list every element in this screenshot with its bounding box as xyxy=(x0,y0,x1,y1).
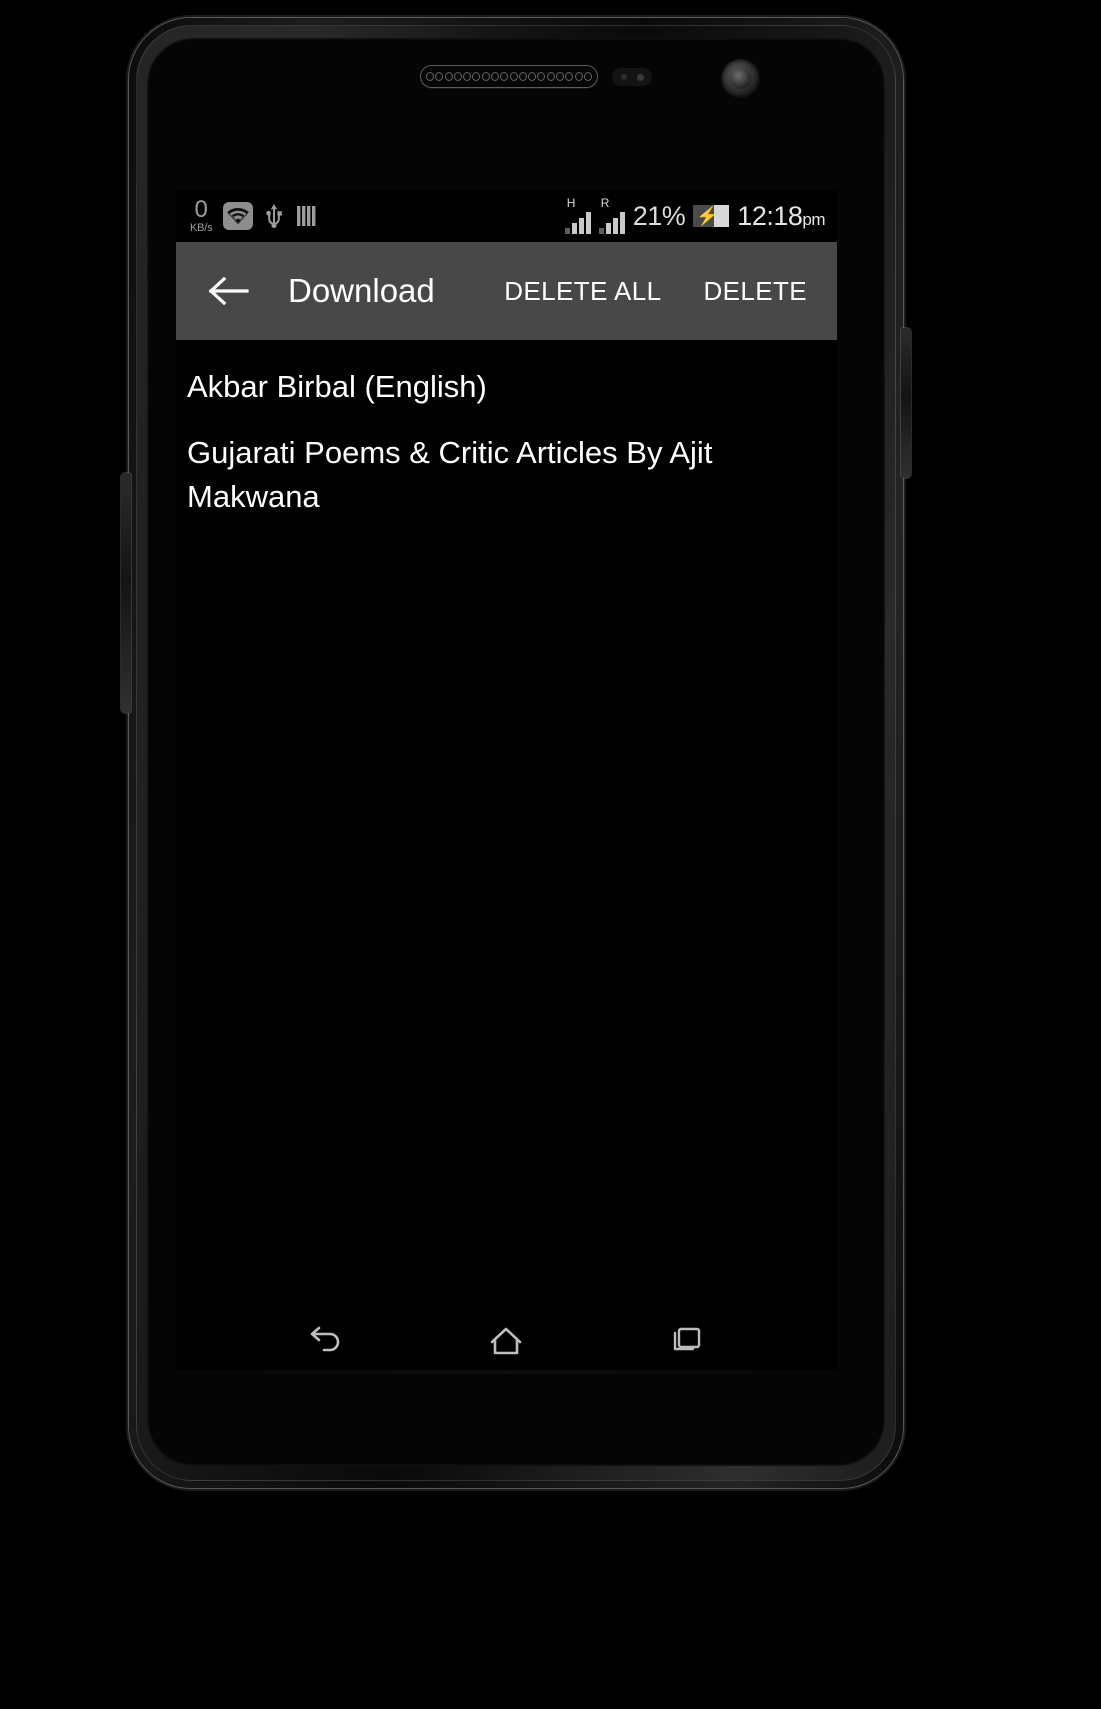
grille-hole xyxy=(509,72,518,81)
status-bar-clock: 12:18pm xyxy=(737,201,825,232)
volume-rocker-button[interactable] xyxy=(121,473,131,713)
grille-hole xyxy=(555,72,564,81)
grille-hole xyxy=(518,72,527,81)
grille-hole xyxy=(472,72,481,81)
nav-back-icon[interactable] xyxy=(294,1318,358,1364)
signal-roaming-label-r: R xyxy=(600,196,610,210)
signal-network-type-label-h: H xyxy=(566,196,576,210)
action-bar: Download DELETE ALL DELETE xyxy=(176,242,837,340)
delete-all-button[interactable]: DELETE ALL xyxy=(496,266,669,317)
grille-hole xyxy=(546,72,555,81)
signal-bars xyxy=(564,212,591,234)
grille-hole xyxy=(574,72,583,81)
network-speed-indicator: 0 KB/s xyxy=(190,196,213,234)
grille-hole xyxy=(537,72,546,81)
grille-hole xyxy=(435,72,444,81)
usb-icon xyxy=(264,202,284,230)
grille-hole xyxy=(565,72,574,81)
grille-hole xyxy=(528,72,537,81)
wifi-icon xyxy=(223,202,254,230)
power-button[interactable] xyxy=(901,328,911,478)
proximity-sensor xyxy=(612,68,652,86)
clock-ampm: pm xyxy=(802,209,825,229)
status-bar: 0 KB/s H R 21% ⚡ 12:18pm xyxy=(176,190,837,242)
clock-time: 12:18 xyxy=(737,200,803,231)
navigation-bar xyxy=(176,1312,837,1370)
sim-card-icon xyxy=(295,203,319,229)
grille-hole xyxy=(490,72,499,81)
battery-charging-icon: ⚡ xyxy=(693,205,730,227)
charging-bolt-glyph: ⚡ xyxy=(696,206,719,226)
list-item[interactable]: Gujarati Poems & Critic Articles By Ajit… xyxy=(176,420,837,530)
signal-strength-indicator-1: H xyxy=(564,196,591,234)
battery-percentage: 21% xyxy=(632,200,686,231)
earpiece-grille xyxy=(420,65,598,88)
delete-button[interactable]: DELETE xyxy=(695,266,815,317)
page-title: Download xyxy=(288,272,435,309)
status-bar-right-icons: H R 21% ⚡ 12:18pm xyxy=(564,196,825,234)
download-list: Akbar Birbal (English) Gujarati Poems & … xyxy=(176,340,837,1312)
screen-bottom-highlight xyxy=(176,1370,837,1374)
grille-hole xyxy=(583,72,592,81)
grille-hole xyxy=(463,72,472,81)
network-speed-value: 0 xyxy=(194,196,208,223)
phone-screen: 0 KB/s H R 21% ⚡ 12:18pm Download DELETE… xyxy=(176,190,837,1370)
status-bar-left-icons: 0 KB/s xyxy=(190,198,565,234)
grille-hole xyxy=(481,72,490,81)
nav-recents-icon[interactable] xyxy=(655,1318,719,1364)
front-camera-lens xyxy=(730,68,751,89)
signal-bars xyxy=(598,212,625,234)
grille-hole xyxy=(444,72,453,81)
grille-hole xyxy=(453,72,462,81)
grille-hole xyxy=(500,72,509,81)
light-sensor-dot xyxy=(637,74,644,81)
network-speed-unit: KB/s xyxy=(190,222,213,234)
back-arrow-icon[interactable] xyxy=(206,268,252,314)
list-item[interactable]: Akbar Birbal (English) xyxy=(176,354,837,420)
nav-home-icon[interactable] xyxy=(474,1318,538,1364)
grille-hole xyxy=(426,72,434,81)
proximity-sensor-dot xyxy=(621,74,627,80)
signal-strength-indicator-2: R xyxy=(598,196,625,234)
phone-device: 0 KB/s H R 21% ⚡ 12:18pm Download DELETE… xyxy=(121,18,911,1488)
